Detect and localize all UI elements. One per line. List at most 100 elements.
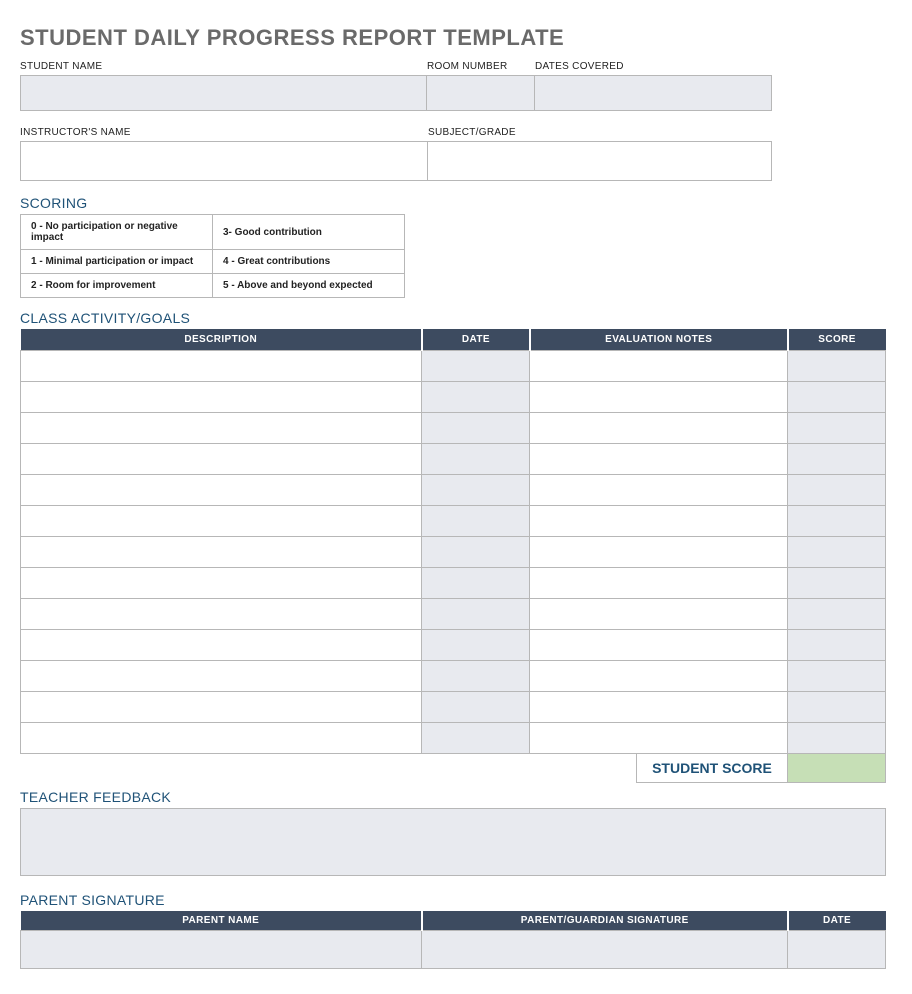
activity-notes-cell[interactable]: [530, 568, 788, 599]
activity-description-cell[interactable]: [21, 692, 422, 723]
feedback-input[interactable]: [20, 808, 886, 876]
activity-score-cell[interactable]: [788, 506, 886, 537]
activity-score-cell[interactable]: [788, 351, 886, 382]
activity-notes-cell[interactable]: [530, 413, 788, 444]
activity-notes-cell[interactable]: [530, 444, 788, 475]
activity-description-cell[interactable]: [21, 475, 422, 506]
table-row: [21, 630, 886, 661]
scoring-header: SCORING: [20, 195, 892, 211]
parent-signature-header: PARENT SIGNATURE: [20, 892, 892, 908]
activity-table: DESCRIPTION DATE EVALUATION NOTES SCORE: [20, 329, 886, 754]
activity-description-cell[interactable]: [21, 630, 422, 661]
activity-notes-cell[interactable]: [530, 382, 788, 413]
activity-notes-cell[interactable]: [530, 692, 788, 723]
activity-date-cell[interactable]: [422, 568, 530, 599]
table-row: [21, 413, 886, 444]
activity-header: CLASS ACTIVITY/GOALS: [20, 310, 892, 326]
scoring-cell: 0 - No participation or negative impact: [21, 215, 213, 250]
activity-date-cell[interactable]: [422, 599, 530, 630]
activity-description-cell[interactable]: [21, 413, 422, 444]
activity-date-cell[interactable]: [422, 723, 530, 754]
student-name-input[interactable]: [20, 75, 427, 111]
activity-score-cell[interactable]: [788, 599, 886, 630]
activity-notes-cell[interactable]: [530, 630, 788, 661]
activity-date-cell[interactable]: [422, 630, 530, 661]
activity-score-cell[interactable]: [788, 630, 886, 661]
activity-date-cell[interactable]: [422, 475, 530, 506]
table-row: [21, 599, 886, 630]
activity-notes-cell[interactable]: [530, 506, 788, 537]
instructor-name-input[interactable]: [20, 141, 428, 181]
activity-score-cell[interactable]: [788, 692, 886, 723]
parent-signature-input[interactable]: [422, 931, 788, 969]
activity-date-cell[interactable]: [422, 692, 530, 723]
subject-grade-label: SUBJECT/GRADE: [428, 127, 772, 141]
activity-date-cell[interactable]: [422, 506, 530, 537]
subject-grade-input[interactable]: [428, 141, 772, 181]
activity-score-cell[interactable]: [788, 382, 886, 413]
activity-score-cell[interactable]: [788, 661, 886, 692]
dates-covered-label: DATES COVERED: [535, 61, 772, 75]
activity-score-cell[interactable]: [788, 444, 886, 475]
student-score-value: [788, 754, 886, 783]
activity-date-cell[interactable]: [422, 382, 530, 413]
parent-date-input[interactable]: [788, 931, 886, 969]
scoring-cell: 3- Good contribution: [213, 215, 405, 250]
activity-notes-cell[interactable]: [530, 723, 788, 754]
activity-date-cell[interactable]: [422, 413, 530, 444]
parent-date-header: DATE: [788, 911, 886, 931]
activity-score-cell[interactable]: [788, 723, 886, 754]
activity-description-cell[interactable]: [21, 506, 422, 537]
activity-description-cell[interactable]: [21, 661, 422, 692]
activity-notes-cell[interactable]: [530, 537, 788, 568]
instructor-name-field: INSTRUCTOR'S NAME: [20, 127, 428, 181]
page-title: STUDENT DAILY PROGRESS REPORT TEMPLATE: [20, 25, 892, 51]
feedback-header: TEACHER FEEDBACK: [20, 789, 892, 805]
dates-covered-field: DATES COVERED: [535, 61, 772, 111]
col-notes-header: EVALUATION NOTES: [530, 329, 788, 351]
table-row: [21, 537, 886, 568]
student-score-label: STUDENT SCORE: [636, 754, 788, 783]
table-row: [21, 506, 886, 537]
activity-score-cell[interactable]: [788, 413, 886, 444]
dates-covered-input[interactable]: [535, 75, 772, 111]
parent-signature-col-header: PARENT/GUARDIAN SIGNATURE: [422, 911, 788, 931]
subject-grade-field: SUBJECT/GRADE: [428, 127, 772, 181]
col-score-header: SCORE: [788, 329, 886, 351]
student-name-field: STUDENT NAME: [20, 61, 427, 111]
activity-score-cell[interactable]: [788, 537, 886, 568]
scoring-cell: 4 - Great contributions: [213, 250, 405, 274]
student-name-label: STUDENT NAME: [20, 61, 427, 75]
activity-description-cell[interactable]: [21, 599, 422, 630]
table-row: [21, 475, 886, 506]
activity-description-cell[interactable]: [21, 723, 422, 754]
activity-description-cell[interactable]: [21, 382, 422, 413]
parent-signature-table: PARENT NAME PARENT/GUARDIAN SIGNATURE DA…: [20, 911, 886, 969]
activity-notes-cell[interactable]: [530, 475, 788, 506]
scoring-cell: 1 - Minimal participation or impact: [21, 250, 213, 274]
table-row: [21, 568, 886, 599]
scoring-cell: 5 - Above and beyond expected: [213, 274, 405, 298]
activity-date-cell[interactable]: [422, 351, 530, 382]
activity-description-cell[interactable]: [21, 537, 422, 568]
activity-score-cell[interactable]: [788, 568, 886, 599]
activity-date-cell[interactable]: [422, 537, 530, 568]
activity-notes-cell[interactable]: [530, 351, 788, 382]
activity-description-cell[interactable]: [21, 444, 422, 475]
activity-description-cell[interactable]: [21, 351, 422, 382]
table-row: [21, 661, 886, 692]
table-row: [21, 351, 886, 382]
parent-name-input[interactable]: [21, 931, 422, 969]
activity-date-cell[interactable]: [422, 661, 530, 692]
instructor-name-label: INSTRUCTOR'S NAME: [20, 127, 428, 141]
scoring-cell: 2 - Room for improvement: [21, 274, 213, 298]
activity-description-cell[interactable]: [21, 568, 422, 599]
table-row: [21, 444, 886, 475]
activity-score-cell[interactable]: [788, 475, 886, 506]
room-number-input[interactable]: [427, 75, 535, 111]
activity-notes-cell[interactable]: [530, 661, 788, 692]
activity-notes-cell[interactable]: [530, 599, 788, 630]
table-row: [21, 692, 886, 723]
activity-date-cell[interactable]: [422, 444, 530, 475]
header-fields-row-2: INSTRUCTOR'S NAME SUBJECT/GRADE: [20, 123, 892, 181]
